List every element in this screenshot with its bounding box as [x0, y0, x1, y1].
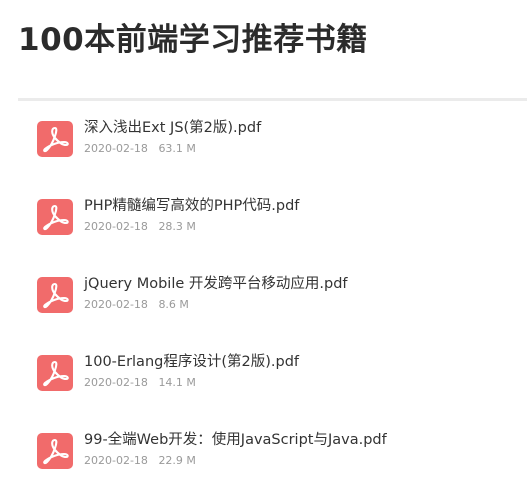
file-date: 2020-02-18	[84, 220, 148, 233]
pdf-icon	[37, 355, 73, 391]
file-date: 2020-02-18	[84, 298, 148, 311]
file-meta: 2020-02-18 14.1 M	[84, 375, 196, 391]
file-size: 8.6 M	[158, 298, 189, 311]
file-list-item[interactable]: 深入浅出Ext JS(第2版).pdf 2020-02-18 63.1 M	[37, 120, 517, 165]
pdf-icon	[37, 433, 73, 469]
file-list-item[interactable]: 99-全端Web开发：使用JavaScript与Java.pdf 2020-02…	[37, 432, 517, 477]
file-size: 28.3 M	[158, 220, 196, 233]
file-size: 14.1 M	[158, 376, 196, 389]
file-list: 深入浅出Ext JS(第2版).pdf 2020-02-18 63.1 M PH…	[0, 0, 527, 489]
file-name: PHP精髓编写高效的PHP代码.pdf	[84, 198, 300, 214]
file-meta: 2020-02-18 63.1 M	[84, 141, 196, 157]
file-meta: 2020-02-18 28.3 M	[84, 219, 196, 235]
pdf-icon	[37, 199, 73, 235]
file-date: 2020-02-18	[84, 376, 148, 389]
file-name: 99-全端Web开发：使用JavaScript与Java.pdf	[84, 432, 387, 448]
file-list-item[interactable]: jQuery Mobile 开发跨平台移动应用.pdf 2020-02-18 8…	[37, 276, 517, 321]
file-list-item[interactable]: PHP精髓编写高效的PHP代码.pdf 2020-02-18 28.3 M	[37, 198, 517, 243]
pdf-icon	[37, 277, 73, 313]
file-date: 2020-02-18	[84, 142, 148, 155]
file-meta: 2020-02-18 22.9 M	[84, 453, 196, 469]
file-name: 深入浅出Ext JS(第2版).pdf	[84, 120, 262, 136]
file-name: 100-Erlang程序设计(第2版).pdf	[84, 354, 300, 370]
file-name: jQuery Mobile 开发跨平台移动应用.pdf	[84, 276, 348, 292]
file-size: 63.1 M	[158, 142, 196, 155]
file-size: 22.9 M	[158, 454, 196, 467]
pdf-icon	[37, 121, 73, 157]
file-list-item[interactable]: 100-Erlang程序设计(第2版).pdf 2020-02-18 14.1 …	[37, 354, 517, 399]
file-meta: 2020-02-18 8.6 M	[84, 297, 189, 313]
file-date: 2020-02-18	[84, 454, 148, 467]
